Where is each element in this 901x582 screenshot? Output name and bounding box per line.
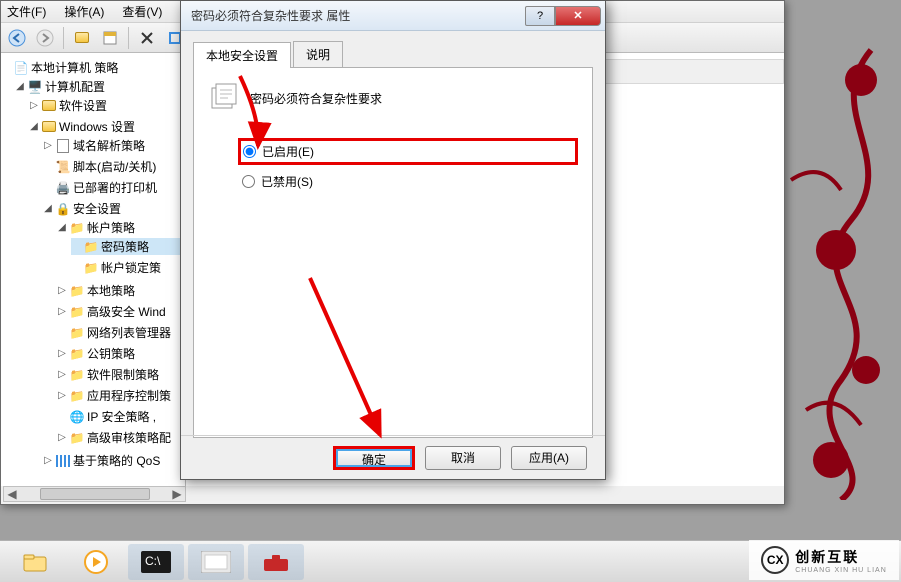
dialog-titlebar[interactable]: 密码必须符合复杂性要求 属性 ? ✕ xyxy=(181,1,605,31)
tab-explain[interactable]: 说明 xyxy=(293,41,343,67)
watermark: CX 创新互联 CHUANG XIN HU LIAN xyxy=(749,540,899,580)
tree-pane[interactable]: 📄本地计算机 策略 ◢🖥️计算机配置 ▷软件设置 ◢Windows 设置 ▷域名… xyxy=(1,53,186,486)
task-media-player[interactable] xyxy=(68,544,124,580)
radio-disabled-label: 已禁用(S) xyxy=(261,173,313,190)
tree-audit[interactable]: ▷📁高级审核策略配 xyxy=(57,429,185,446)
radio-disabled-input[interactable] xyxy=(242,175,255,188)
tree-ipsec[interactable]: 🌐IP 安全策略 , xyxy=(57,408,185,425)
tree-computer-config[interactable]: ◢🖥️计算机配置 xyxy=(15,78,185,95)
task-toolbox[interactable] xyxy=(248,544,304,580)
tree-password-policy[interactable]: 📁密码策略 xyxy=(71,238,185,255)
tree-windows-settings[interactable]: ◢Windows 设置 xyxy=(29,118,185,135)
svg-text:C:\: C:\ xyxy=(145,554,161,568)
tree-account-policy[interactable]: ◢📁帐户策略 xyxy=(57,219,185,236)
scroll-thumb[interactable] xyxy=(40,488,150,500)
menu-action[interactable]: 操作(A) xyxy=(64,3,104,20)
tree-root[interactable]: 📄本地计算机 策略 xyxy=(1,59,185,76)
radio-enabled-input[interactable] xyxy=(243,145,256,158)
properties-button[interactable] xyxy=(98,26,122,50)
properties-dialog: 密码必须符合复杂性要求 属性 ? ✕ 本地安全设置 说明 密码必须符合复杂性要求… xyxy=(180,0,606,480)
tree-scrollbar[interactable]: ◀ ▶ xyxy=(3,486,186,502)
radio-enabled[interactable]: 已启用(E) xyxy=(238,138,578,165)
help-button[interactable]: ? xyxy=(525,6,555,26)
tree-printers[interactable]: 🖨️已部署的打印机 xyxy=(43,179,185,196)
tab-local-security[interactable]: 本地安全设置 xyxy=(193,42,291,68)
task-explorer[interactable] xyxy=(8,544,64,580)
tree-scripts[interactable]: 📜脚本(启动/关机) xyxy=(43,158,185,175)
policy-icon xyxy=(208,82,240,114)
apply-button[interactable]: 应用(A) xyxy=(511,446,587,470)
back-button[interactable] xyxy=(5,26,29,50)
task-gpedit[interactable] xyxy=(188,544,244,580)
dialog-title: 密码必须符合复杂性要求 属性 xyxy=(191,7,525,24)
menu-view[interactable]: 查看(V) xyxy=(122,3,162,20)
tree-local-policy[interactable]: ▷📁本地策略 xyxy=(57,282,185,299)
radio-enabled-label: 已启用(E) xyxy=(262,143,314,160)
tree-software[interactable]: ▷软件设置 xyxy=(29,97,185,114)
policy-name: 密码必须符合复杂性要求 xyxy=(250,90,382,107)
tree-lockout-policy[interactable]: 📁帐户锁定策 xyxy=(71,259,185,276)
tree-app-control[interactable]: ▷📁应用程序控制策 xyxy=(57,387,185,404)
tree-dns-policy[interactable]: ▷域名解析策略 xyxy=(43,137,185,154)
tree-adv-firewall[interactable]: ▷📁高级安全 Wind xyxy=(57,303,185,320)
brand-name: 创新互联 xyxy=(795,547,887,567)
ok-button[interactable]: 确定 xyxy=(333,446,415,470)
cancel-button[interactable]: 取消 xyxy=(425,446,501,470)
brand-logo-icon: CX xyxy=(761,546,789,574)
dialog-tabs: 本地安全设置 说明 xyxy=(193,41,593,68)
scroll-left-icon[interactable]: ◀ xyxy=(4,487,20,501)
tree-qos[interactable]: ▷基于策略的 QoS xyxy=(43,452,185,469)
radio-disabled[interactable]: 已禁用(S) xyxy=(238,171,578,192)
up-folder-button[interactable] xyxy=(70,26,94,50)
tree-netlist[interactable]: 📁网络列表管理器 xyxy=(57,324,185,341)
scroll-right-icon[interactable]: ▶ xyxy=(169,487,185,501)
brand-sub: CHUANG XIN HU LIAN xyxy=(795,567,887,574)
tree-sw-restrict[interactable]: ▷📁软件限制策略 xyxy=(57,366,185,383)
delete-button[interactable] xyxy=(135,26,159,50)
tree-pubkey[interactable]: ▷📁公钥策略 xyxy=(57,345,185,362)
menu-file[interactable]: 文件(F) xyxy=(7,3,46,20)
close-button[interactable]: ✕ xyxy=(555,6,601,26)
wallpaper-swirl xyxy=(781,30,901,500)
tree-security-settings[interactable]: ◢🔒安全设置 xyxy=(43,200,185,217)
task-cmd[interactable]: C:\ xyxy=(128,544,184,580)
forward-button[interactable] xyxy=(33,26,57,50)
